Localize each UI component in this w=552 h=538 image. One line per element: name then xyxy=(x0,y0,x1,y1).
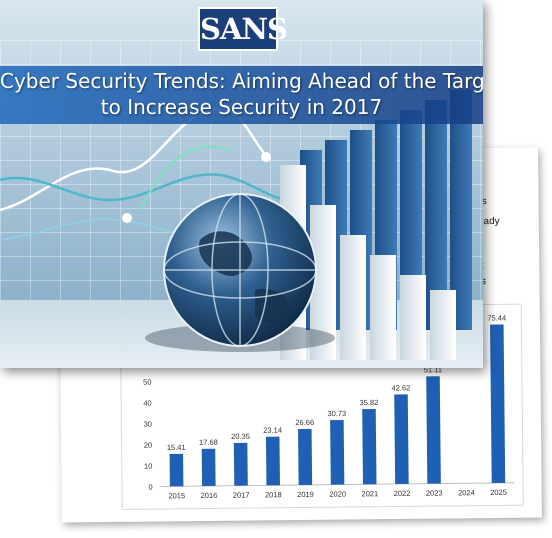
y-tick-label: 10 xyxy=(144,462,152,471)
y-tick-label: 20 xyxy=(144,441,152,450)
bar xyxy=(426,376,441,484)
bar xyxy=(233,442,248,486)
x-tick-label: 2024 xyxy=(458,488,475,497)
x-tick-label: 2016 xyxy=(201,491,218,500)
bar xyxy=(394,394,409,485)
y-tick-label: 40 xyxy=(143,399,151,408)
sans-logo: SANS xyxy=(198,7,288,51)
title-banner: Cyber Security Trends: Aiming Ahead of t… xyxy=(0,66,483,124)
bar xyxy=(169,453,184,487)
x-tick-label: 2021 xyxy=(361,489,378,498)
bar xyxy=(330,420,345,485)
data-label: 30.73 xyxy=(327,409,346,418)
slide-title-line-1: Cyber Security Trends: Aiming Ahead of t… xyxy=(0,69,483,93)
y-tick-label: 0 xyxy=(148,483,152,492)
x-tick-label: 2022 xyxy=(394,489,411,498)
data-label: 75.44 xyxy=(487,313,506,322)
trend-marker xyxy=(122,213,132,223)
data-label: 42.62 xyxy=(391,383,410,392)
data-label: 26.66 xyxy=(295,418,314,427)
y-tick-label: 50 xyxy=(143,378,151,387)
data-label: 17.68 xyxy=(199,438,218,447)
x-tick-label: 2025 xyxy=(490,488,507,497)
x-tick-label: 2017 xyxy=(233,491,250,500)
bar xyxy=(490,324,506,484)
slide-artwork xyxy=(0,90,472,360)
data-label: 15.41 xyxy=(167,443,186,452)
data-label: 23.14 xyxy=(263,426,282,435)
slide-title-line-2: to Increase Security in 2017 xyxy=(100,95,383,119)
bar xyxy=(265,436,280,486)
bar xyxy=(362,408,377,485)
x-tick-label: 2015 xyxy=(168,491,185,500)
x-tick-label: 2023 xyxy=(426,489,443,498)
x-tick-label: 2018 xyxy=(265,490,282,499)
trend-marker xyxy=(261,152,271,162)
bar xyxy=(298,428,313,486)
data-label: 35.82 xyxy=(359,398,378,407)
slide-cover: SANS Cyber Security Trends: Aiming Ahead… xyxy=(0,0,483,368)
data-label: 20.35 xyxy=(231,432,250,441)
x-tick-label: 2020 xyxy=(329,490,346,499)
y-tick-label: 30 xyxy=(144,420,152,429)
x-tick-label: 2019 xyxy=(297,490,314,499)
bar xyxy=(201,448,216,487)
